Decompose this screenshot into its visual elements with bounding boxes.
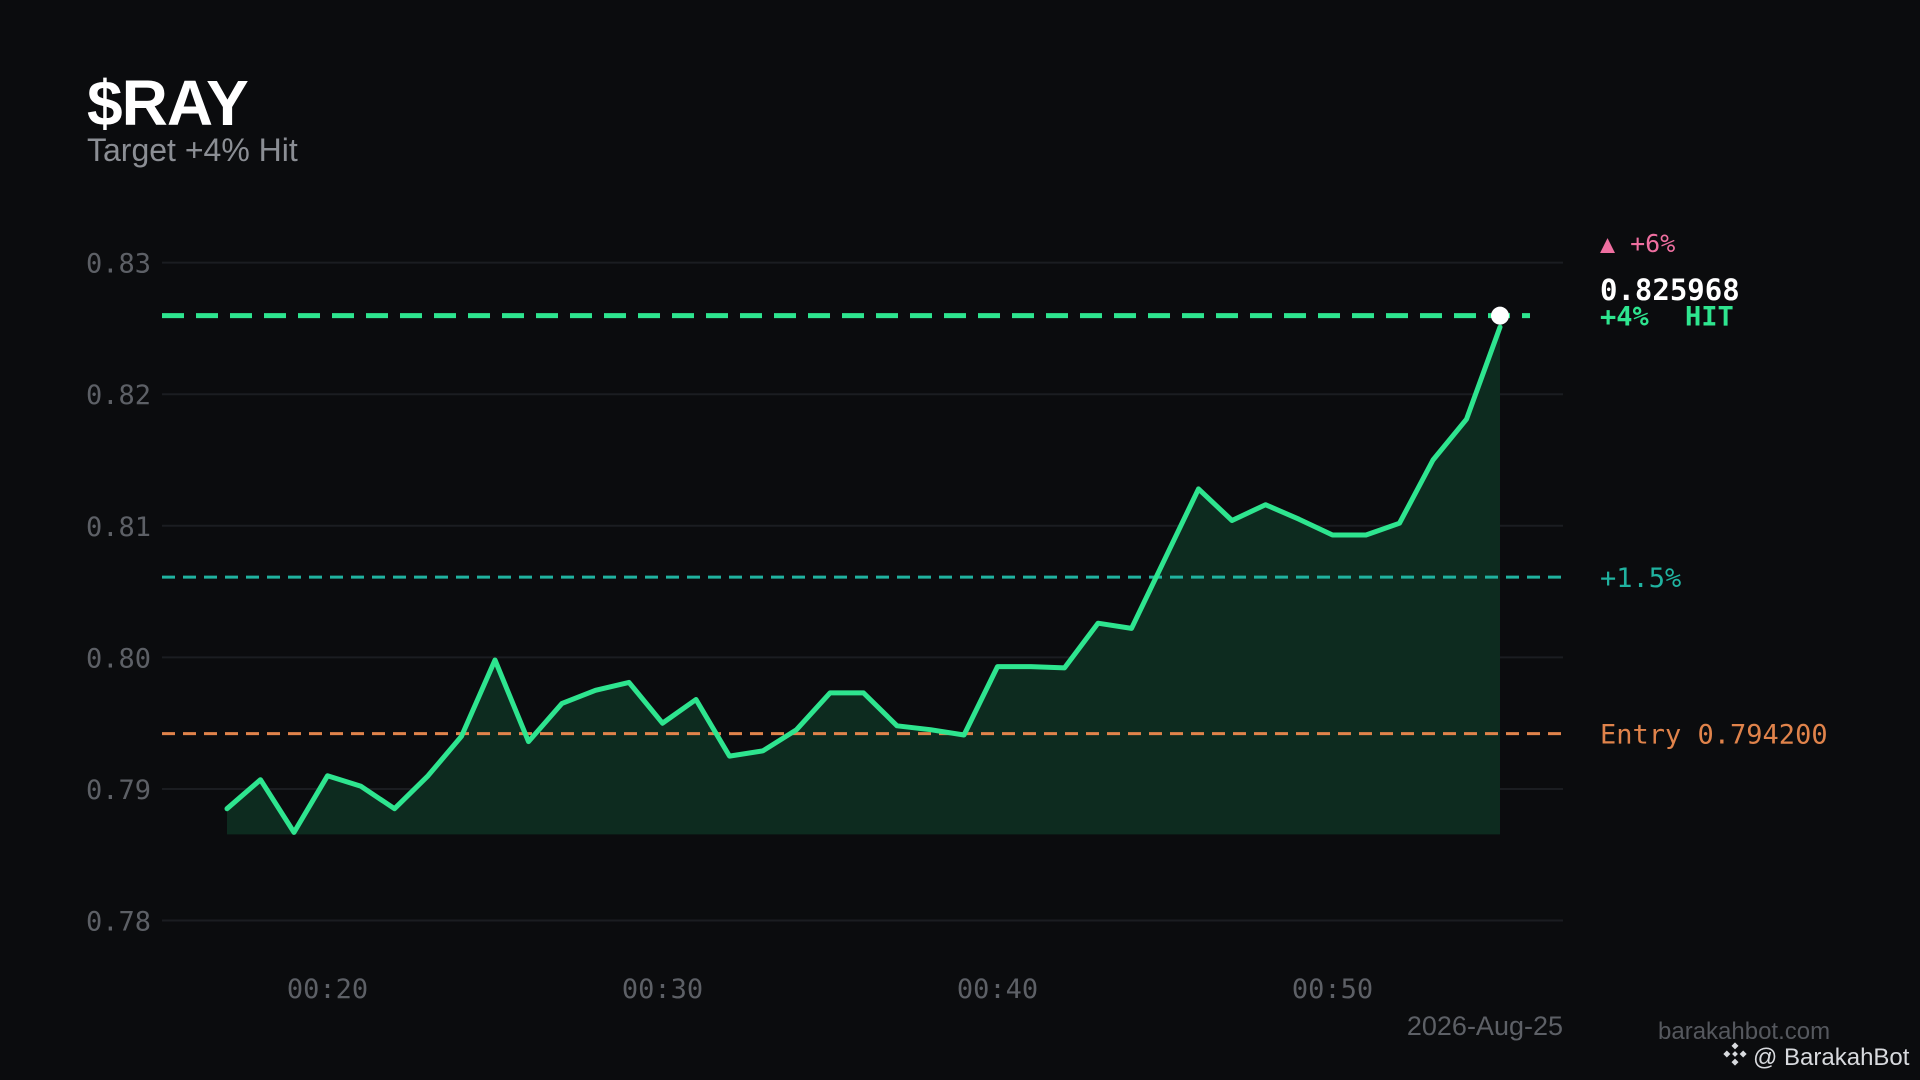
chart-subtitle: Target +4% Hit <box>87 132 298 168</box>
x-tick-label: 00:30 <box>622 974 703 1005</box>
y-axis-ticks: 0.78 0.79 0.80 0.81 0.82 0.83 <box>86 249 151 938</box>
y-tick-label: 0.78 <box>86 907 151 938</box>
plus-1-5-level-label: +1.5% <box>1600 563 1681 594</box>
brand-logo-icon <box>1721 1040 1749 1075</box>
x-tick-label: 00:50 <box>1292 974 1373 1005</box>
x-axis-ticks: 00:20 00:30 00:40 00:50 <box>287 974 1373 1005</box>
price-area-fill <box>227 327 1500 835</box>
x-tick-label: 00:40 <box>957 974 1038 1005</box>
current-price-label: 0.825968 <box>1600 273 1740 307</box>
y-tick-label: 0.82 <box>86 380 151 411</box>
current-price-marker <box>1491 306 1509 325</box>
entry-level-label: Entry 0.794200 <box>1600 720 1828 751</box>
y-tick-label: 0.81 <box>86 512 151 543</box>
y-tick-label: 0.80 <box>86 643 151 674</box>
social-handle: @ BarakahBot <box>1721 1040 1909 1075</box>
plus-6-level-label: ▲ +6% <box>1600 229 1675 258</box>
handle-text: @ BarakahBot <box>1753 1043 1910 1071</box>
chart-date: 2026-Aug-25 <box>1407 1011 1563 1041</box>
y-tick-label: 0.83 <box>86 249 151 280</box>
ticker-title: $RAY <box>87 67 249 139</box>
y-tick-label: 0.79 <box>86 775 151 806</box>
level-labels: +4% HIT+1.5%Entry 0.794200▲ +6%0.825968 <box>1600 229 1828 751</box>
x-tick-label: 00:20 <box>287 974 368 1005</box>
